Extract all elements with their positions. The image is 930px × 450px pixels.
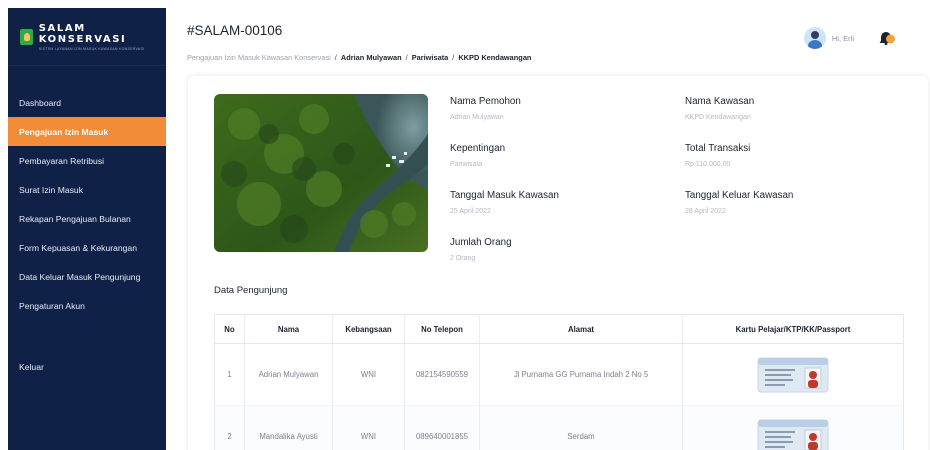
details-right: Nama Kawasan KKPD Kendawangan Total Tran… [685,96,885,237]
sidebar-item-pengajuan-izin-masuk[interactable]: Pengajuan Izin Masuk [8,117,166,146]
label-nama-kawasan: Nama Kawasan [685,96,755,107]
label-kepentingan: Kepentingan [450,143,506,154]
breadcrumb-area: KKPD Kendawangan [458,53,532,62]
table-header-row: No Nama Kebangsaan No Telepon Alamat Kar… [214,314,904,344]
value-kepentingan: Pariwisata [450,161,483,168]
visitors-table: No Nama Kebangsaan No Telepon Alamat Kar… [214,314,904,450]
value-total-transaksi: Rp 110.000,00 [685,161,731,168]
column-header-telepon: No Telepon [404,314,480,344]
cell-telepon: 089640001855 [404,405,480,450]
breadcrumb-purpose: Pariwisata [411,53,449,62]
cell-kartu [682,343,904,406]
breadcrumb-separator: / [405,53,408,62]
avatar[interactable] [803,27,826,49]
id-card-icon[interactable] [757,419,829,450]
breadcrumb-root[interactable]: Pengajuan Izin Masuk Kawasan Konservasi [187,53,331,62]
table-row: 1 Adrian Mulyawan WNI 082154590559 Jl Pu… [214,343,904,406]
sidebar-item-dashboard[interactable]: Dashboard [8,88,166,117]
page-title: #SALAM-00106 [187,23,283,38]
user-menu[interactable]: Hi, Erli [803,27,854,49]
value-nama-kawasan: KKPD Kendawangan [685,114,751,121]
cell-no: 1 [214,343,245,406]
breadcrumb-separator: / [452,53,455,62]
breadcrumb-applicant: Adrian Mulyawan [340,53,402,62]
cell-nama: Adrian Mulyawan [244,343,333,406]
cell-alamat: Jl Purnama GG Purnama Indah 2 No 5 [479,343,683,406]
id-card-icon[interactable] [757,357,829,393]
bell-icon[interactable] [876,28,896,48]
cell-kartu [682,405,904,450]
cell-kebangsaan: WNI [332,405,405,450]
user-greeting: Hi, Erli [831,33,854,43]
sidebar: SALAM KONSERVASI SISTEM LAYANAN IZIN MAS… [8,8,166,450]
sidebar-item-pengaturan-akun[interactable]: Pengaturan Akun [8,291,166,320]
brand-subtitle: SISTEM LAYANAN IZIN MASUK KAWASAN KONSER… [38,46,145,51]
brand-title: SALAM KONSERVASI [38,22,127,45]
value-nama-pemohon: Adrian Mulyawan [450,114,504,121]
sidebar-item-pembayaran-retribusi[interactable]: Pembayaran Retribusi [8,146,166,175]
column-header-kartu: Kartu Pelajar/KTP/KK/Passport [682,314,904,344]
column-header-no: No [214,314,245,344]
label-tanggal-masuk: Tanggal Masuk Kawasan [450,190,559,201]
value-tanggal-keluar: 28 April 2022 [685,208,726,215]
brand-logo-icon [20,28,33,45]
value-tanggal-masuk: 25 April 2022 [450,208,491,215]
label-nama-pemohon: Nama Pemohon [450,96,521,107]
column-header-alamat: Alamat [479,314,683,344]
table-row: 2 Mandalika Ayusti WNI 089640001855 Serd… [214,405,904,450]
column-header-nama: Nama [244,314,333,344]
cell-no: 2 [214,405,245,450]
location-photo [214,94,428,252]
label-jumlah-orang: Jumlah Orang [450,237,512,248]
sidebar-item-keluar[interactable]: Keluar [8,352,166,381]
sidebar-item-surat-izin-masuk[interactable]: Surat Izin Masuk [8,175,166,204]
value-jumlah-orang: 2 Orang [450,255,476,262]
detail-card: Nama Pemohon Adrian Mulyawan Kepentingan… [188,76,928,450]
sidebar-item-rekapan-pengajuan[interactable]: Rekapan Pengajuan Bulanan [8,204,166,233]
breadcrumb: Pengajuan Izin Masuk Kawasan Konservasi … [187,53,531,62]
cell-alamat: Serdam [479,405,683,450]
label-tanggal-keluar: Tanggal Keluar Kawasan [685,190,794,201]
column-header-kebangsaan: Kebangsaan [332,314,405,344]
section-title-data-pengunjung: Data Pengunjung [214,285,288,296]
sidebar-menu: Dashboard Pengajuan Izin Masuk Pembayara… [8,88,166,381]
brand[interactable]: SALAM KONSERVASI SISTEM LAYANAN IZIN MAS… [8,8,166,66]
label-total-transaksi: Total Transaksi [685,143,751,154]
sidebar-item-form-kepuasan[interactable]: Form Kepuasan & Kekurangan [8,233,166,262]
breadcrumb-separator: / [334,53,337,62]
sidebar-item-data-keluar-masuk[interactable]: Data Keluar Masuk Pengunjung [8,262,166,291]
details-left: Nama Pemohon Adrian Mulyawan Kepentingan… [450,96,650,284]
header: #SALAM-00106 Pengajuan Izin Masuk Kawasa… [166,8,922,70]
cell-kebangsaan: WNI [332,343,405,406]
cell-nama: Mandalika Ayusti [244,405,333,450]
cell-telepon: 082154590559 [404,343,480,406]
